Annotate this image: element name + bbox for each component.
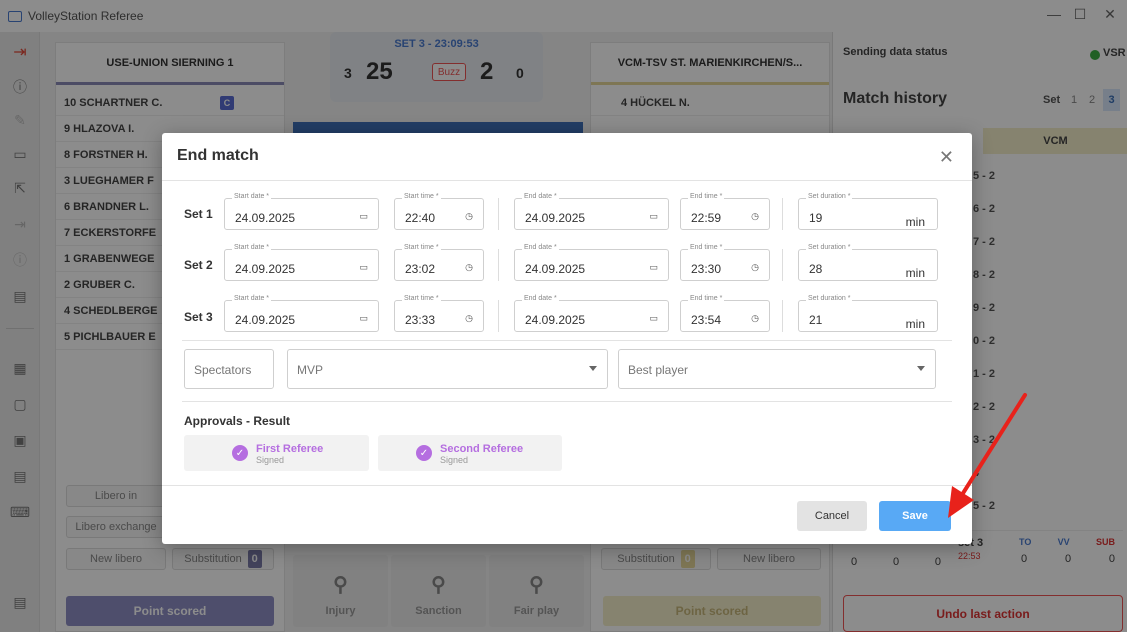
- clock-icon[interactable]: ◷: [751, 211, 759, 222]
- signer-status: Signed: [256, 455, 285, 465]
- spectators-placeholder: Spectators: [194, 363, 252, 377]
- mvp-select[interactable]: MVP: [287, 349, 608, 389]
- set-1-start-time-field[interactable]: Start time * 22:40 ◷: [394, 193, 484, 230]
- set-2-start-time-field[interactable]: Start time * 23:02 ◷: [394, 244, 484, 281]
- field-value: 24.09.2025: [235, 211, 296, 225]
- field-value: 28: [809, 262, 823, 276]
- duration-unit: min: [905, 317, 925, 331]
- set-1-duration-field[interactable]: Set duration * 19 min: [798, 193, 938, 230]
- spectators-input[interactable]: Spectators: [184, 349, 274, 389]
- field-value: 24.09.2025: [525, 313, 586, 327]
- field-label: Set duration *: [806, 244, 853, 251]
- field-value: 19: [809, 211, 823, 225]
- set-1-label: Set 1: [184, 207, 213, 221]
- clock-icon[interactable]: ◷: [465, 313, 473, 324]
- set-2-end-time-field[interactable]: End time * 23:30 ◷: [680, 244, 770, 281]
- clock-icon[interactable]: ◷: [751, 313, 759, 324]
- calendar-icon[interactable]: ▭: [359, 211, 368, 222]
- field-value: 23:54: [691, 313, 722, 327]
- chevron-down-icon: [917, 366, 925, 371]
- field-value: 24.09.2025: [525, 211, 586, 225]
- calendar-icon[interactable]: ▭: [649, 262, 658, 273]
- field-label: Start date *: [232, 295, 272, 302]
- second-referee-signature[interactable]: ✓ Second Referee Signed: [378, 435, 562, 471]
- duration-unit: min: [905, 266, 925, 280]
- set-3-end-time-field[interactable]: End time * 23:54 ◷: [680, 295, 770, 332]
- dialog-divider: [162, 180, 972, 181]
- field-label: Start time *: [402, 193, 441, 200]
- set-2-duration-field[interactable]: Set duration * 28 min: [798, 244, 938, 281]
- chevron-down-icon: [589, 366, 597, 371]
- clock-icon[interactable]: ◷: [751, 262, 759, 273]
- field-separator: [498, 198, 499, 230]
- signer-name: Second Referee: [440, 443, 524, 455]
- field-separator: [782, 300, 783, 332]
- set-3-label: Set 3: [184, 310, 213, 324]
- field-label: Start time *: [402, 244, 441, 251]
- field-value: 24.09.2025: [235, 262, 296, 276]
- field-label: End date *: [522, 244, 559, 251]
- clock-icon[interactable]: ◷: [465, 211, 473, 222]
- close-dialog-icon[interactable]: ✕: [939, 147, 954, 168]
- set-3-duration-field[interactable]: Set duration * 21 min: [798, 295, 938, 332]
- field-value: 22:59: [691, 211, 722, 225]
- field-label: End time *: [688, 244, 725, 251]
- signer-status: Signed: [440, 455, 469, 465]
- set-1-end-date-field[interactable]: End date * 24.09.2025 ▭: [514, 193, 669, 230]
- duration-unit: min: [905, 215, 925, 229]
- set-3-start-time-field[interactable]: Start time * 23:33 ◷: [394, 295, 484, 332]
- set-2-start-date-field[interactable]: Start date * 24.09.2025 ▭: [224, 244, 379, 281]
- calendar-icon[interactable]: ▭: [649, 211, 658, 222]
- field-value: 21: [809, 313, 823, 327]
- field-value: 23:30: [691, 262, 722, 276]
- calendar-icon[interactable]: ▭: [359, 262, 368, 273]
- field-label: Start date *: [232, 193, 272, 200]
- field-value: 22:40: [405, 211, 436, 225]
- field-label: Start time *: [402, 295, 441, 302]
- field-label: Set duration *: [806, 295, 853, 302]
- annotation-arrow-icon: [948, 393, 1027, 518]
- field-label: Start date *: [232, 244, 272, 251]
- calendar-icon[interactable]: ▭: [359, 313, 368, 324]
- field-label: End time *: [688, 193, 725, 200]
- set-1-start-date-field[interactable]: Start date * 24.09.2025 ▭: [224, 193, 379, 230]
- cancel-button[interactable]: Cancel: [797, 501, 867, 531]
- calendar-icon[interactable]: ▭: [649, 313, 658, 324]
- field-label: Set duration *: [806, 193, 853, 200]
- signer-name: First Referee: [256, 443, 324, 455]
- field-separator: [782, 249, 783, 281]
- check-circle-icon: ✓: [416, 445, 432, 461]
- best-player-placeholder: Best player: [628, 363, 689, 377]
- mvp-placeholder: MVP: [297, 363, 324, 377]
- set-2-end-date-field[interactable]: End date * 24.09.2025 ▭: [514, 244, 669, 281]
- field-value: 24.09.2025: [235, 313, 296, 327]
- section-divider: [182, 340, 952, 341]
- footer-divider: [162, 485, 972, 486]
- field-label: End date *: [522, 193, 559, 200]
- approvals-title: Approvals - Result: [184, 414, 291, 428]
- field-separator: [782, 198, 783, 230]
- best-player-select[interactable]: Best player: [618, 349, 936, 389]
- end-match-dialog: End match ✕ Set 1 Start date * 24.09.202…: [162, 133, 972, 544]
- set-3-start-date-field[interactable]: Start date * 24.09.2025 ▭: [224, 295, 379, 332]
- check-circle-icon: ✓: [232, 445, 248, 461]
- field-label: End date *: [522, 295, 559, 302]
- clock-icon[interactable]: ◷: [465, 262, 473, 273]
- set-2-label: Set 2: [184, 258, 213, 272]
- field-value: 23:33: [405, 313, 436, 327]
- dialog-title: End match: [177, 147, 259, 164]
- field-value: 24.09.2025: [525, 262, 586, 276]
- set-1-end-time-field[interactable]: End time * 22:59 ◷: [680, 193, 770, 230]
- first-referee-signature[interactable]: ✓ First Referee Signed: [184, 435, 369, 471]
- section-divider: [182, 401, 952, 402]
- field-separator: [498, 249, 499, 281]
- field-label: End time *: [688, 295, 725, 302]
- field-separator: [498, 300, 499, 332]
- field-value: 23:02: [405, 262, 436, 276]
- set-3-end-date-field[interactable]: End date * 24.09.2025 ▭: [514, 295, 669, 332]
